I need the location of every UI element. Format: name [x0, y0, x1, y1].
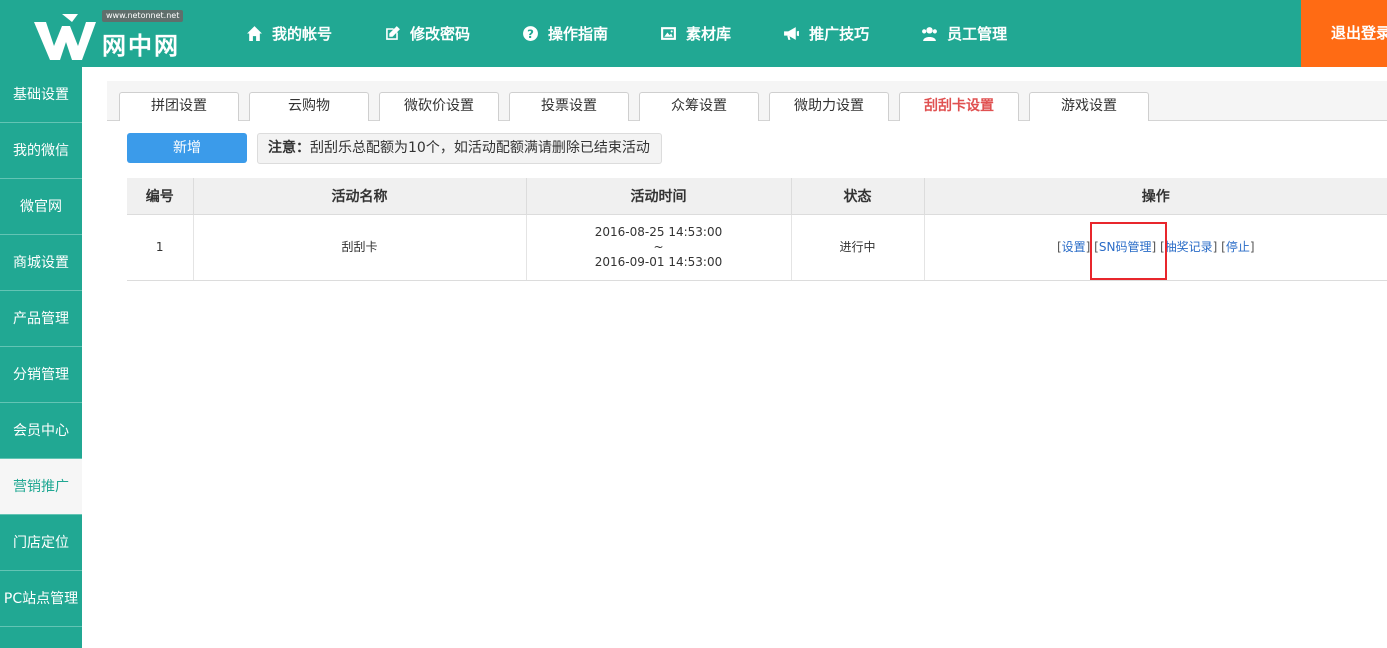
notice-prefix: 注意：	[268, 140, 310, 156]
lottery-records-link[interactable]: 抽奖记录	[1165, 240, 1213, 254]
table-header-row: 编号 活动名称 活动时间 状态 操作	[127, 178, 1387, 215]
cell-id: 1	[127, 214, 194, 281]
cell-name: 刮刮卡	[193, 214, 527, 281]
logout-button[interactable]: 退出登录	[1301, 0, 1387, 67]
nav-guide[interactable]: ? 操作指南	[522, 0, 608, 67]
stop-link[interactable]: 停止	[1226, 240, 1250, 254]
cell-ops: [设置] [SN码管理] [抽奖记录] [停止]	[924, 214, 1387, 281]
help-icon: ?	[523, 26, 538, 41]
sidebar-item-product-management[interactable]: 产品管理	[0, 291, 82, 347]
sidebar-item-my-wechat[interactable]: 我的微信	[0, 123, 82, 179]
users-icon	[922, 27, 938, 41]
nav-label: 推广技巧	[809, 25, 870, 43]
quota-notice: 注意：刮刮乐总配额为10个，如活动配额满请删除已结束活动	[257, 133, 662, 164]
add-button[interactable]: 新增	[127, 133, 247, 163]
tab-group-buy[interactable]: 拼团设置	[119, 92, 239, 121]
sidebar-item-micro-site[interactable]: 微官网	[0, 179, 82, 235]
sn-code-management-link[interactable]: SN码管理	[1099, 240, 1152, 254]
nav-label: 员工管理	[947, 25, 1008, 43]
nav-label: 我的帐号	[272, 25, 333, 43]
tab-crowdfunding[interactable]: 众筹设置	[639, 92, 759, 121]
nav-change-password[interactable]: 修改密码	[384, 0, 470, 67]
tab-assist[interactable]: 微助力设置	[769, 92, 889, 121]
activity-table: 编号 活动名称 活动时间 状态 操作 1 刮刮卡 2016-08-25 14:5…	[127, 178, 1387, 281]
col-header-name: 活动名称	[193, 178, 527, 215]
col-header-ops: 操作	[924, 178, 1387, 215]
sidebar: 基础设置 我的微信 微官网 商城设置 产品管理 分销管理 会员中心 营销推广 门…	[0, 67, 82, 648]
nav-promotion-tips[interactable]: 推广技巧	[783, 0, 869, 67]
megaphone-icon	[784, 27, 799, 40]
nav-material-library[interactable]: 素材库	[660, 0, 731, 67]
sidebar-item-pc-site[interactable]: PC站点管理	[0, 571, 82, 627]
sidebar-item-basic-settings[interactable]: 基础设置	[0, 67, 82, 123]
tab-scratch-card[interactable]: 刮刮卡设置	[899, 92, 1019, 121]
top-header: www.netonnet.net 网中网 我的帐号 修改密码 ? 操作指南 素材…	[0, 0, 1387, 67]
nav-my-account[interactable]: 我的帐号	[246, 0, 332, 67]
col-header-id: 编号	[127, 178, 194, 215]
tab-vote[interactable]: 投票设置	[509, 92, 629, 121]
logo-w-icon	[34, 14, 96, 60]
nav-label: 素材库	[686, 25, 732, 43]
nav-staff-management[interactable]: 员工管理	[921, 0, 1007, 67]
time-end: 2016-09-01 14:53:00	[594, 254, 723, 269]
table-row: 1 刮刮卡 2016-08-25 14:53:00 ~ 2016-09-01 1…	[127, 214, 1387, 281]
tab-cloud-shopping[interactable]: 云购物	[249, 92, 369, 121]
col-header-status: 状态	[791, 178, 925, 215]
image-icon	[661, 27, 676, 40]
settings-link[interactable]: 设置	[1062, 240, 1086, 254]
sidebar-item-marketing[interactable]: 营销推广	[0, 459, 82, 515]
edit-icon	[386, 26, 400, 40]
sidebar-item-store-location[interactable]: 门店定位	[0, 515, 82, 571]
sidebar-item-mall-settings[interactable]: 商城设置	[0, 235, 82, 291]
tab-game[interactable]: 游戏设置	[1029, 92, 1149, 121]
tab-bargain[interactable]: 微砍价设置	[379, 92, 499, 121]
nav-label: 操作指南	[548, 25, 609, 43]
col-header-time: 活动时间	[526, 178, 792, 215]
logout-label: 退出登录	[1331, 24, 1387, 42]
time-start: 2016-08-25 14:53:00	[594, 224, 723, 239]
logo-domain: www.netonnet.net	[102, 10, 184, 22]
svg-text:?: ?	[527, 27, 534, 41]
nav-label: 修改密码	[410, 25, 471, 43]
time-separator: ~	[653, 239, 664, 254]
sidebar-item-distribution[interactable]: 分销管理	[0, 347, 82, 403]
top-nav: 我的帐号 修改密码 ? 操作指南 素材库 推广技巧 员工管理	[246, 0, 1059, 67]
logo[interactable]: www.netonnet.net 网中网	[32, 10, 192, 60]
tab-bar: 拼团设置 云购物 微砍价设置 投票设置 众筹设置 微助力设置 刮刮卡设置 游戏设…	[107, 81, 1387, 121]
cell-time: 2016-08-25 14:53:00 ~ 2016-09-01 14:53:0…	[526, 214, 792, 281]
cell-status: 进行中	[791, 214, 925, 281]
sidebar-item-member-center[interactable]: 会员中心	[0, 403, 82, 459]
logo-name: 网中网	[102, 32, 180, 60]
notice-text: 刮刮乐总配额为10个，如活动配额满请删除已结束活动	[310, 140, 650, 156]
home-icon	[247, 26, 262, 41]
